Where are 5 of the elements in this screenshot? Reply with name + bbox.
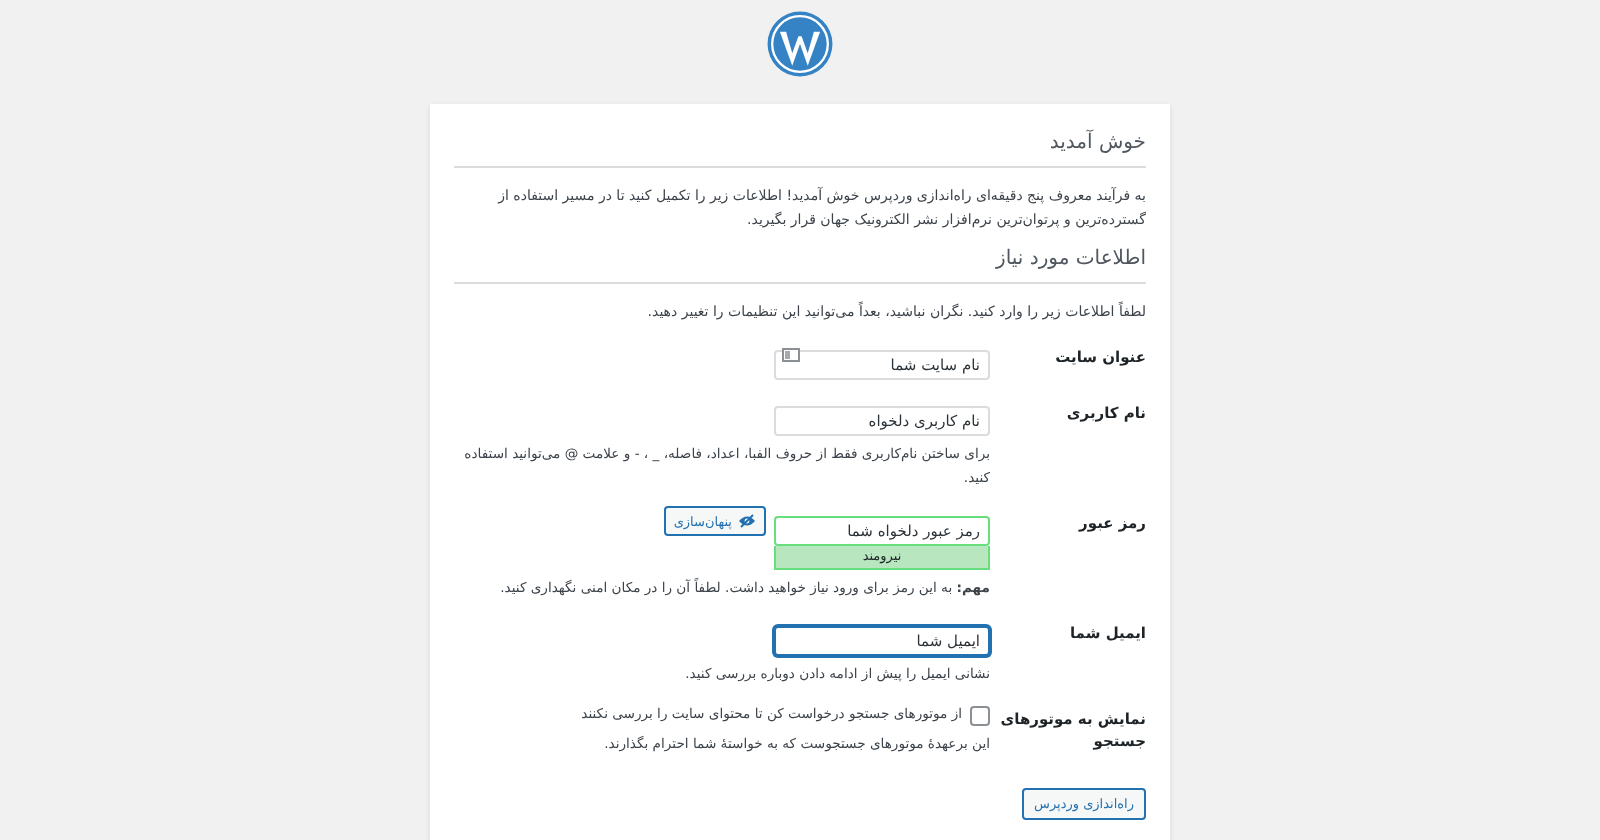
eye-slash-icon bbox=[738, 514, 756, 528]
welcome-heading: خوش آمدید bbox=[454, 128, 1146, 168]
section-heading: اطلاعات مورد نیاز bbox=[454, 244, 1146, 284]
contact-card-icon bbox=[782, 348, 800, 362]
checkbox[interactable] bbox=[970, 706, 990, 726]
